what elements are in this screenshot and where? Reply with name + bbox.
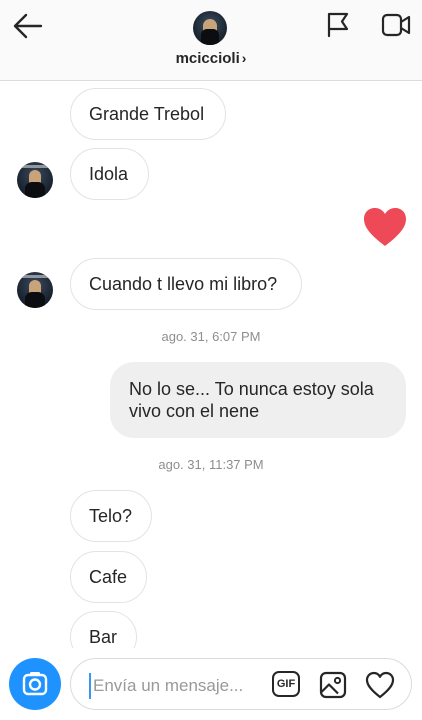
camera-button[interactable]	[9, 658, 61, 710]
message-composer: GIF	[70, 658, 412, 710]
received-message[interactable]: Idola	[70, 148, 149, 200]
back-arrow-icon[interactable]	[12, 12, 44, 40]
message-timestamp: ago. 31, 11:37 PM	[158, 457, 264, 472]
sender-avatar[interactable]	[17, 162, 53, 198]
heart-reaction-icon[interactable]	[362, 206, 408, 248]
gif-button[interactable]: GIF	[272, 671, 300, 697]
image-icon[interactable]	[319, 671, 347, 699]
message-text: Telo?	[89, 506, 133, 526]
message-input[interactable]	[89, 673, 265, 699]
message-text: No lo se... To nunca estoy sola vivo con…	[129, 379, 374, 421]
received-message[interactable]: Telo?	[70, 490, 152, 542]
username-text: mciccioli	[175, 50, 240, 67]
received-message[interactable]: Grande Trebol	[70, 88, 226, 140]
message-text: Bar	[89, 627, 118, 647]
chevron-right-icon: ›	[241, 50, 247, 66]
message-text: Cuando t llevo mi libro?	[89, 274, 278, 294]
chat-header: mciccioli ›	[0, 0, 422, 81]
heart-outline-icon[interactable]	[365, 671, 395, 699]
message-text: Cafe	[89, 567, 128, 587]
camera-icon	[22, 672, 48, 696]
message-timestamp: ago. 31, 6:07 PM	[161, 329, 261, 344]
flag-icon[interactable]	[326, 12, 350, 38]
received-message[interactable]: Cafe	[70, 551, 147, 603]
message-text: Grande Trebol	[89, 104, 205, 124]
message-text: Idola	[89, 164, 129, 184]
conversation-username[interactable]: mciccioli ›	[0, 50, 422, 67]
sent-message[interactable]: No lo se... To nunca estoy sola vivo con…	[110, 362, 406, 438]
sender-avatar[interactable]	[17, 272, 53, 308]
header-avatar[interactable]	[193, 11, 227, 45]
received-message[interactable]: Cuando t llevo mi libro?	[70, 258, 302, 310]
video-camera-icon[interactable]	[381, 13, 411, 37]
